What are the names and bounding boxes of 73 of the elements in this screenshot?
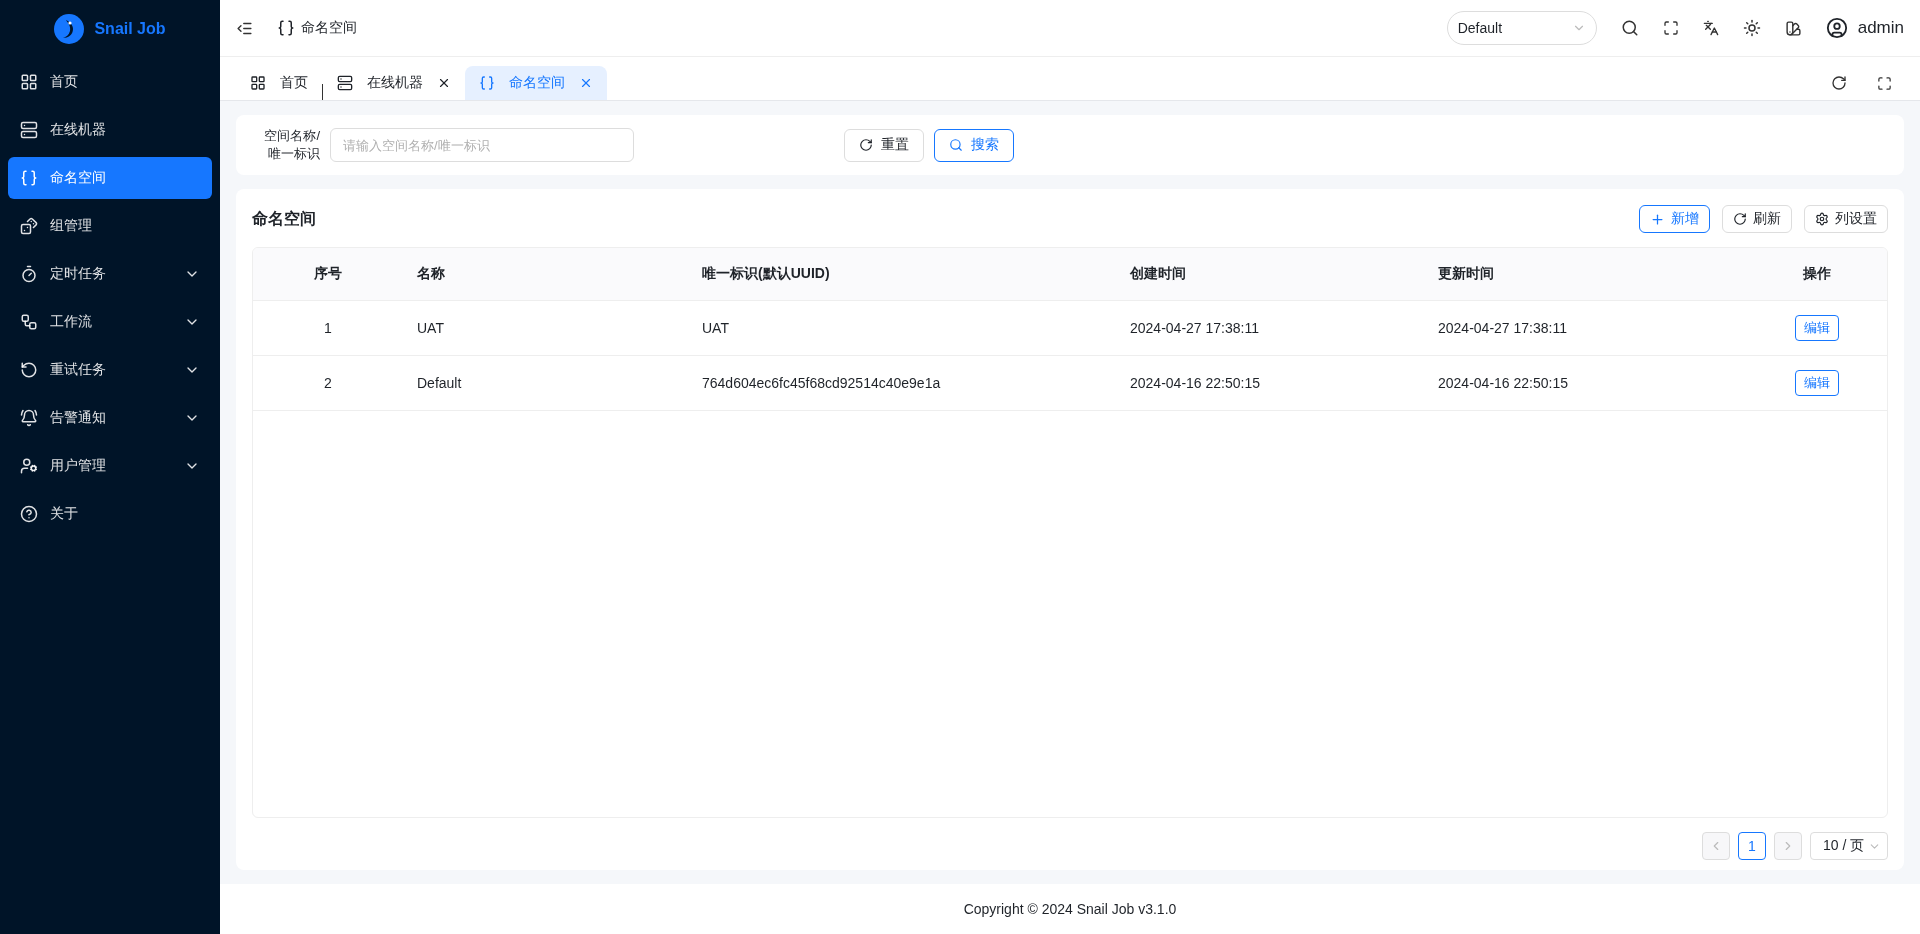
- column-header: 序号: [313, 265, 343, 283]
- menu-item-icon: [20, 169, 38, 187]
- field-label: 空间名称/唯一标识: [263, 127, 320, 163]
- sidebar-item[interactable]: 关于: [8, 493, 212, 535]
- column-header: 操作: [1802, 265, 1832, 283]
- tab[interactable]: 在线机器: [323, 66, 465, 100]
- plus-icon: [1650, 211, 1665, 227]
- page-button[interactable]: 1: [1738, 832, 1766, 860]
- breadcrumb[interactable]: 命名空间: [301, 19, 357, 37]
- logo-icon: [54, 13, 85, 44]
- table-cell-text: 2024-04-27 17:38:11: [1129, 320, 1260, 336]
- card-title: 命名空间: [252, 208, 317, 229]
- refresh-icon: [1733, 212, 1747, 226]
- sun-icon[interactable]: [1742, 19, 1761, 37]
- menu-item-icon: [20, 313, 38, 331]
- tab-icon: [250, 75, 266, 91]
- menu-item-icon: [20, 265, 38, 283]
- table-cell-text: 2: [323, 375, 333, 391]
- sidebar-item[interactable]: 命名空间: [8, 157, 212, 199]
- table-cell-text: UAT: [701, 320, 730, 336]
- page-size-select[interactable]: 10 / 页: [1810, 832, 1888, 860]
- column-header: 名称: [416, 265, 446, 283]
- edit-button[interactable]: 编辑: [1795, 370, 1839, 396]
- table-cell-text: 2024-04-16 22:50:15: [1129, 375, 1261, 391]
- sidebar-item[interactable]: 告警通知: [8, 397, 212, 439]
- sidebar-item[interactable]: 定时任务: [8, 253, 212, 295]
- reset-button[interactable]: 重置: [844, 128, 924, 162]
- user-avatar-icon[interactable]: [1825, 17, 1848, 39]
- table-cell-text: 2024-04-27 17:38:11: [1437, 320, 1568, 336]
- user-name[interactable]: admin: [1857, 18, 1904, 38]
- sidebar-item[interactable]: 首页: [8, 61, 212, 103]
- reload-icon[interactable]: [1831, 75, 1847, 91]
- fullscreen-icon[interactable]: [1877, 75, 1892, 91]
- sidebar-item[interactable]: 工作流: [8, 301, 212, 343]
- sidebar-item[interactable]: 用户管理: [8, 445, 212, 487]
- column-header: 唯一标识(默认UUID): [701, 265, 831, 283]
- table-cell-text: 764d604ec6fc45f68cd92514c40e9e1a: [701, 375, 942, 391]
- menu-item-icon: [20, 121, 38, 139]
- brand-name: Snail Job: [94, 19, 166, 38]
- refresh-button[interactable]: 刷新: [1722, 205, 1792, 233]
- sidebar-item[interactable]: 在线机器: [8, 109, 212, 151]
- search-button[interactable]: 搜索: [934, 128, 1014, 162]
- table-cell-text: 1: [323, 320, 333, 336]
- fullscreen-icon[interactable]: [1662, 20, 1679, 36]
- tab-icon: [479, 75, 495, 91]
- tab[interactable]: 命名空间: [465, 66, 607, 100]
- tab-icon: [337, 75, 353, 91]
- sidebar-item[interactable]: 重试任务: [8, 349, 212, 391]
- menu-item-icon: [20, 217, 38, 235]
- theme-icon[interactable]: [1784, 19, 1802, 37]
- tab[interactable]: 首页: [236, 66, 322, 100]
- copyright-text: Copyright © 2024 Snail Job v3.1.0: [220, 884, 1920, 934]
- add-button[interactable]: 新增: [1639, 205, 1710, 233]
- menu-item-icon: [20, 409, 38, 427]
- menu-item-icon: [20, 73, 38, 91]
- settings-icon: [1815, 212, 1829, 226]
- edit-button[interactable]: 编辑: [1795, 315, 1839, 341]
- close-icon[interactable]: [437, 76, 451, 90]
- sidebar-item[interactable]: 组管理: [8, 205, 212, 247]
- language-icon[interactable]: [1702, 20, 1719, 36]
- table-cell-text: Default: [416, 375, 463, 391]
- menu-item-icon: [20, 457, 38, 475]
- braces-icon: [277, 19, 295, 37]
- column-settings-button[interactable]: 列设置: [1804, 205, 1888, 233]
- column-header: 更新时间: [1437, 265, 1495, 283]
- search-icon[interactable]: [1620, 19, 1639, 37]
- table-cell-text: 2024-04-16 22:50:15: [1437, 375, 1569, 391]
- menu-item-icon: [20, 505, 38, 523]
- menu-item-icon: [20, 361, 38, 379]
- refresh-icon: [859, 138, 873, 152]
- table-cell-text: UAT: [416, 320, 445, 336]
- column-header: 创建时间: [1129, 265, 1187, 283]
- search-icon: [949, 138, 963, 152]
